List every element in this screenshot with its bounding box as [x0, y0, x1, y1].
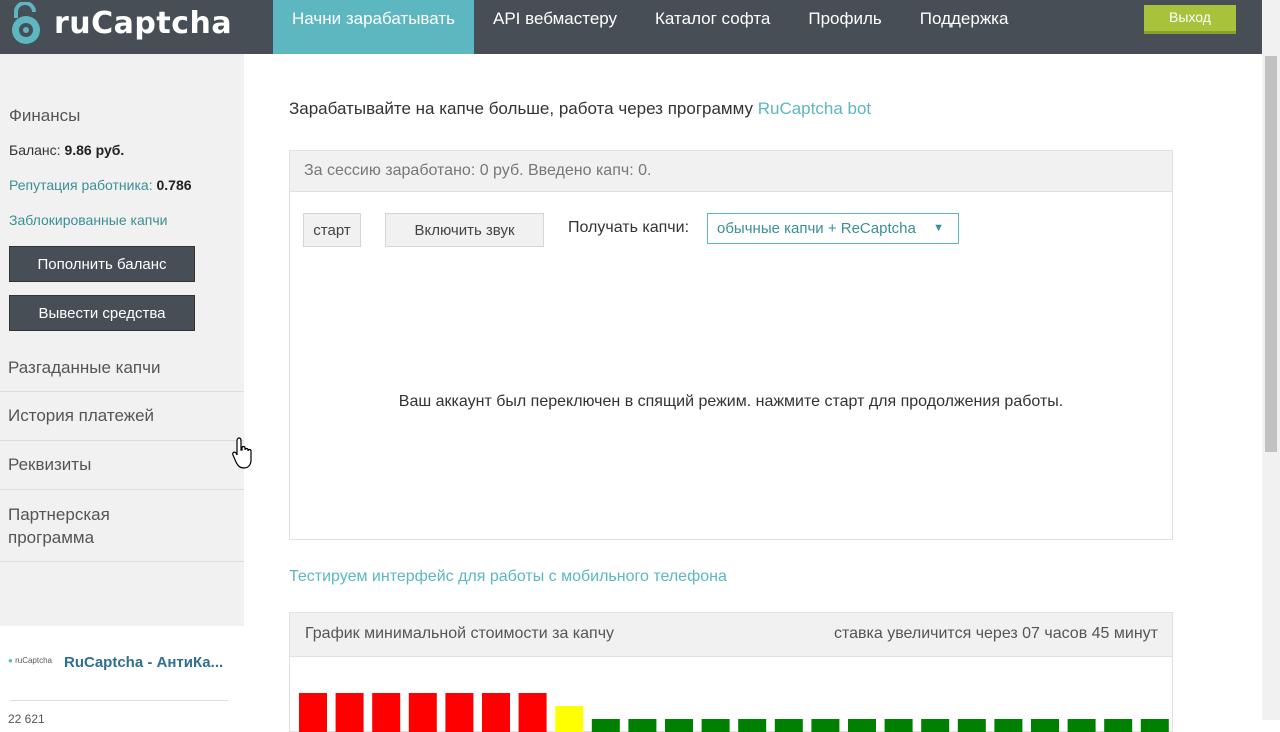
reputation-value: 0.786	[156, 177, 192, 193]
chart-header: График минимальной стоимости за капчу ст…	[290, 613, 1172, 657]
balance-value: 9.86 руб.	[64, 142, 125, 158]
balance-line: Баланс: 9.86 руб.	[9, 142, 124, 158]
chart-bar	[1031, 719, 1059, 732]
chart-bar	[335, 693, 364, 732]
main-nav: Начни зарабатывать API вебмастеру Катало…	[273, 0, 1028, 54]
finance-title: Финансы	[9, 106, 81, 125]
receive-captchas-label: Получать капчи:	[568, 219, 690, 236]
chart-bar	[445, 693, 474, 732]
start-button[interactable]: старт	[303, 213, 361, 247]
chart-bar	[738, 719, 767, 732]
min-price-chart-panel: График минимальной стоимости за капчу ст…	[289, 612, 1173, 732]
chart-bar	[1104, 719, 1133, 732]
chart-bar	[811, 719, 840, 732]
captcha-type-select[interactable]: обычные капчи + ReCaptcha ▼	[707, 213, 959, 244]
chart-bar	[1140, 719, 1169, 732]
sidebar-item-payment-history[interactable]: История платежей	[0, 392, 244, 441]
rucaptcha-bot-link[interactable]: RuCaptcha bot	[758, 99, 871, 118]
chart-bar	[957, 719, 986, 732]
sidebar-item-requisites[interactable]: Реквизиты	[0, 441, 244, 490]
nav-support[interactable]: Поддержка	[901, 0, 1028, 38]
work-panel: За сессию заработано: 0 руб. Введено кап…	[289, 150, 1173, 540]
logo-text: ruCaptcha	[54, 6, 233, 41]
chart-bar	[921, 719, 950, 732]
promo-text: Зарабатывайте на капче больше, работа че…	[289, 99, 758, 118]
chart-bar	[591, 719, 620, 732]
chart-bar	[665, 719, 693, 732]
blocked-captchas-link[interactable]: Заблокированные капчи	[9, 212, 167, 228]
widget-lock-icon: ●	[8, 656, 13, 665]
chart-bar	[774, 719, 803, 732]
promo-line: Зарабатывайте на капче больше, работа че…	[289, 99, 871, 119]
nav-profile[interactable]: Профиль	[789, 0, 900, 38]
reputation-link[interactable]: Репутация работника:	[9, 177, 153, 193]
nav-start-earning[interactable]: Начни зарабатывать	[273, 0, 474, 54]
dropdown-arrow-icon: ▼	[933, 222, 944, 234]
session-stats: За сессию заработано: 0 руб. Введено кап…	[304, 162, 652, 179]
reputation-line: Репутация работника: 0.786	[9, 177, 192, 193]
chart-bar	[628, 719, 657, 732]
scrollbar-thumb[interactable]	[1265, 56, 1277, 452]
logout-button[interactable]: Выход	[1144, 5, 1236, 34]
logo[interactable]: ruCaptcha	[0, 0, 244, 54]
chart-bar	[884, 719, 913, 732]
chart-bar	[555, 706, 584, 732]
topup-balance-button[interactable]: Пополнить баланс	[9, 246, 195, 282]
scrollbar[interactable]	[1262, 0, 1280, 720]
captcha-type-value: обычные капчи + ReCaptcha	[717, 220, 916, 237]
chart-bar	[848, 719, 876, 732]
widget-logo: ● ruCaptcha	[8, 656, 52, 665]
chart-bar	[482, 693, 510, 732]
mobile-interface-link[interactable]: Тестируем интерфейс для работы с мобильн…	[289, 568, 727, 586]
chart-bar	[701, 719, 730, 732]
sidebar-item-partner-program[interactable]: Партнерская программа	[0, 490, 244, 562]
chart-bar	[299, 693, 327, 732]
session-header: За сессию заработано: 0 руб. Введено кап…	[290, 151, 1172, 192]
widget-logo-text: ruCaptcha	[15, 656, 52, 665]
sidebar-widget-card: ● ruCaptcha RuCaptcha - АнтиКа... 22 621	[0, 626, 244, 726]
withdraw-funds-button[interactable]: Вывести средства	[9, 295, 195, 331]
top-header: ruCaptcha Начни зарабатывать API вебмаст…	[0, 0, 1262, 54]
chart-title: График минимальной стоимости за капчу	[305, 625, 615, 642]
padlock-icon	[12, 2, 40, 44]
nav-api[interactable]: API вебмастеру	[474, 0, 636, 38]
chart-bar	[408, 693, 437, 732]
nav-software-catalog[interactable]: Каталог софта	[636, 0, 789, 38]
sidebar: Финансы Баланс: 9.86 руб. Репутация рабо…	[0, 54, 244, 726]
widget-divider	[10, 700, 228, 701]
rate-increase-note: ставка увеличится через 07 часов 45 мину…	[833, 625, 1158, 642]
chart-bar	[372, 693, 401, 732]
balance-label: Баланс:	[9, 142, 61, 158]
hand-cursor-icon	[232, 437, 252, 469]
chart-bar	[518, 693, 547, 732]
sleep-mode-message: Ваш аккаунт был переключен в спящий режи…	[398, 393, 1064, 410]
widget-count: 22 621	[8, 712, 45, 726]
chart-bar	[994, 719, 1023, 732]
min-price-bar-chart	[299, 693, 1169, 732]
chart-bar	[1067, 719, 1096, 732]
widget-title[interactable]: RuCaptcha - АнтиКа...	[64, 654, 223, 671]
enable-sound-button[interactable]: Включить звук	[385, 213, 544, 247]
sidebar-item-solved-captchas[interactable]: Разгаданные капчи	[0, 348, 244, 392]
